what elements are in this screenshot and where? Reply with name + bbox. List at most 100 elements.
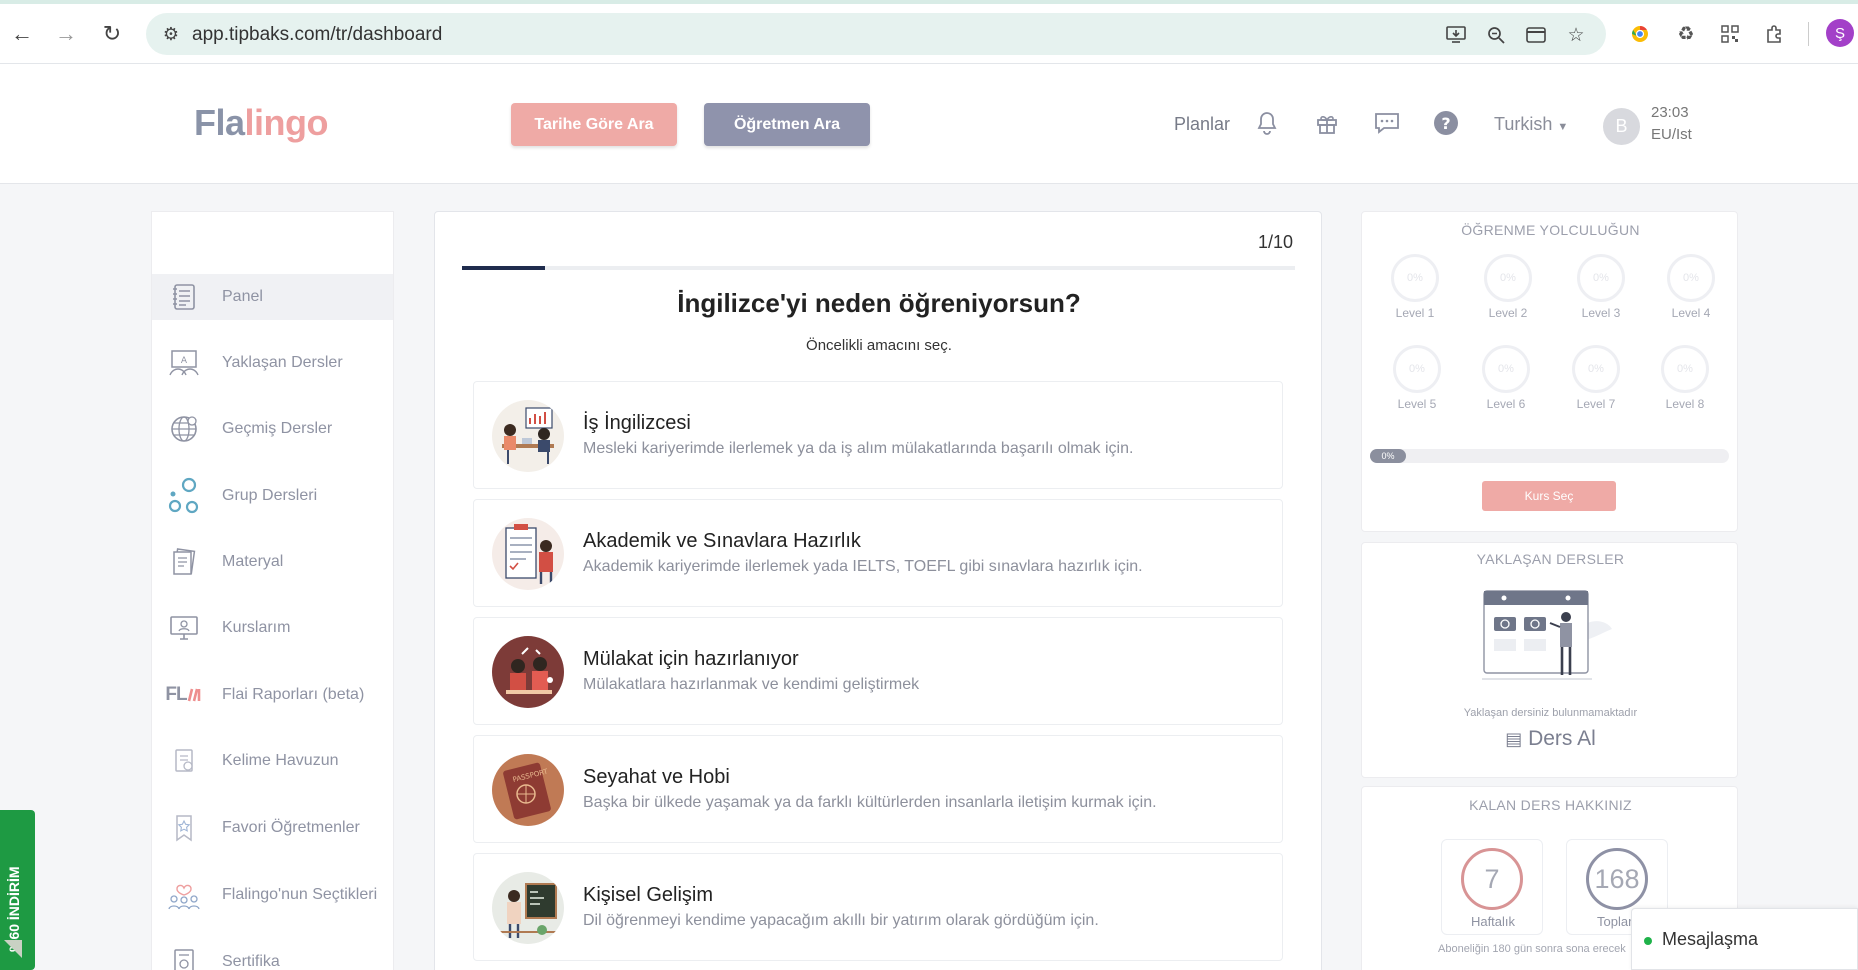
browser-chrome: ← → ↻ ⚙ app.tipbaks.com/tr/dashboard ☆ ♻…: [0, 0, 1858, 64]
level-progress-ring: 0%: [1661, 345, 1709, 393]
level-label: Level 6: [1486, 397, 1526, 411]
sidebar-item-panel[interactable]: Panel: [152, 274, 393, 320]
search-by-date-button[interactable]: Tarihe Göre Ara: [511, 103, 677, 146]
sidebar-item-label: Materyal: [222, 553, 284, 570]
level-label: Level 7: [1576, 397, 1616, 411]
option-interview-prep[interactable]: Mülakat için hazırlanıyor Mülakatlara ha…: [473, 617, 1283, 725]
level-2: 0% Level 2: [1478, 254, 1538, 320]
survey-progress-fill: [462, 266, 546, 270]
messaging-label: Mesajlaşma: [1662, 929, 1759, 949]
sidebar-item-past-lessons[interactable]: Geçmiş Dersler: [152, 406, 393, 452]
zoom-icon[interactable]: [1484, 23, 1508, 47]
svg-text:A: A: [181, 356, 188, 366]
option-title: Akademik ve Sınavlara Hazırlık: [583, 530, 861, 552]
sidebar-item-favorite-teachers[interactable]: Favori Öğretmenler: [152, 805, 393, 851]
favorite-teachers-icon: [166, 810, 202, 846]
level-4: 0% Level 4: [1661, 254, 1721, 320]
personal-growth-illustration: [492, 872, 564, 944]
question-subtitle: Öncelikli amacını seç.: [806, 337, 952, 354]
level-progress-ring: 0%: [1391, 254, 1439, 302]
certificate-icon: [166, 944, 202, 970]
reload-icon[interactable]: ↻: [98, 20, 126, 48]
sidebar-item-material[interactable]: Materyal: [152, 539, 393, 585]
site-info-icon[interactable]: ⚙: [160, 23, 182, 45]
option-travel-hobby[interactable]: PASSPORT Seyahat ve Hobi Başka bir ülked…: [473, 735, 1283, 843]
sidebar-item-certificate[interactable]: Sertifika: [152, 939, 393, 970]
sidebar-item-upcoming-lessons[interactable]: A Yaklaşan Dersler: [152, 340, 393, 386]
level-progress-ring: 0%: [1667, 254, 1715, 302]
sidebar-item-label: Geçmiş Dersler: [222, 420, 333, 437]
level-label: Level 8: [1665, 397, 1705, 411]
option-description: Başka bir ülkede yaşamak ya da farklı kü…: [583, 794, 1157, 811]
upcoming-lessons-title: YAKLAŞAN DERSLER: [1476, 551, 1625, 567]
help-icon[interactable]: ?: [1431, 108, 1461, 138]
url-text[interactable]: app.tipbaks.com/tr/dashboard: [192, 24, 442, 46]
weekly-count: 7: [1461, 848, 1523, 910]
back-icon[interactable]: ←: [8, 20, 36, 48]
exam-illustration: [492, 518, 564, 590]
question-title: İngilizce'yi neden öğreniyorsun?: [677, 288, 1081, 318]
chat-bubble-icon[interactable]: [1372, 108, 1402, 138]
past-lessons-icon: [166, 411, 202, 447]
messaging-widget[interactable]: Mesajlaşma: [1631, 908, 1858, 970]
search-teacher-button[interactable]: Öğretmen Ara: [704, 103, 870, 146]
extension-chrome-icon[interactable]: [1626, 20, 1654, 48]
option-title: Mülakat için hazırlanıyor: [583, 648, 799, 670]
level-label: Level 4: [1671, 306, 1711, 320]
passport-illustration: PASSPORT: [492, 754, 564, 826]
current-time: 23:03: [1651, 104, 1689, 121]
install-app-icon[interactable]: [1444, 23, 1468, 47]
level-progress-ring: 0%: [1577, 254, 1625, 302]
flalingo-logo[interactable]: Flalingo: [194, 102, 329, 144]
sidebar-item-label: Sertifika: [222, 953, 280, 970]
calendar-illustration: [1482, 587, 1618, 687]
address-bar[interactable]: ⚙ app.tipbaks.com/tr/dashboard ☆: [146, 13, 1606, 55]
sidebar-item-label: Kurslarım: [222, 619, 291, 636]
extension-qr-icon[interactable]: [1716, 20, 1744, 48]
subscription-note: Aboneliğin 180 gün sonra sona erecek: [1438, 943, 1626, 955]
bell-icon[interactable]: [1252, 108, 1282, 138]
select-course-button[interactable]: Kurs Seç: [1482, 481, 1616, 511]
user-avatar[interactable]: B: [1603, 108, 1640, 145]
business-meeting-illustration: [492, 400, 564, 472]
option-business-english[interactable]: İş İngilizcesi Mesleki kariyerimde ilerl…: [473, 381, 1283, 489]
level-label: Level 3: [1581, 306, 1621, 320]
level-label: Level 2: [1488, 306, 1528, 320]
extension-recycle-icon[interactable]: ♻: [1672, 20, 1700, 48]
sidebar-item-word-pool[interactable]: Kelime Havuzun: [152, 738, 393, 784]
profile-avatar[interactable]: Ş: [1826, 19, 1854, 47]
level-label: Level 1: [1395, 306, 1435, 320]
level-progress-ring: 0%: [1482, 345, 1530, 393]
extensions-puzzle-icon[interactable]: [1760, 20, 1788, 48]
caret-down-icon: ▼: [1557, 121, 1569, 133]
forward-icon[interactable]: →: [52, 20, 80, 48]
card-icon[interactable]: [1524, 23, 1548, 47]
sidebar-item-label: Yaklaşan Dersler: [222, 354, 343, 371]
language-select[interactable]: Turkish ▼: [1494, 114, 1568, 135]
option-title: Seyahat ve Hobi: [583, 766, 730, 788]
flai-logo-text: FL: [165, 684, 187, 705]
sidebar-item-flai-reports[interactable]: FL Flai Raporları (beta): [152, 672, 393, 718]
toolbar-divider: [1808, 22, 1809, 46]
level-progress-ring: 0%: [1393, 345, 1441, 393]
plans-link[interactable]: Planlar: [1174, 114, 1230, 135]
level-3: 0% Level 3: [1571, 254, 1631, 320]
discount-tab[interactable]: %60 İNDİRİM: [0, 810, 35, 970]
level-7: 0% Level 7: [1566, 345, 1626, 411]
option-academic-exam[interactable]: Akademik ve Sınavlara Hazırlık Akademik …: [473, 499, 1283, 607]
logo-part-2: lingo: [244, 102, 329, 143]
sidebar-item-my-courses[interactable]: Kurslarım: [152, 605, 393, 651]
bookmark-star-icon[interactable]: ☆: [1564, 23, 1588, 47]
sidebar: Panel A Yaklaşan Dersler Geçmiş Dersler …: [151, 211, 394, 970]
take-lesson-link[interactable]: ▤ Ders Al: [1362, 727, 1739, 751]
sidebar-item-flalingo-picks[interactable]: Flalingo'nun Seçtikleri: [152, 872, 393, 918]
word-pool-icon: [166, 743, 202, 779]
take-lesson-label: Ders Al: [1528, 727, 1596, 750]
dashboard-icon: [166, 279, 202, 315]
weekly-lessons-card: 7 Haftalık: [1441, 839, 1543, 935]
upcoming-lessons-card: YAKLAŞAN DERSLER Yaklaşan dersiniz bulun…: [1361, 542, 1738, 778]
option-personal-growth[interactable]: Kişisel Gelişim Dil öğrenmeyi kendime ya…: [473, 853, 1283, 961]
sidebar-item-group-lessons[interactable]: Grup Dersleri: [152, 473, 393, 519]
gift-icon[interactable]: [1312, 108, 1342, 138]
level-progress-ring: 0%: [1484, 254, 1532, 302]
